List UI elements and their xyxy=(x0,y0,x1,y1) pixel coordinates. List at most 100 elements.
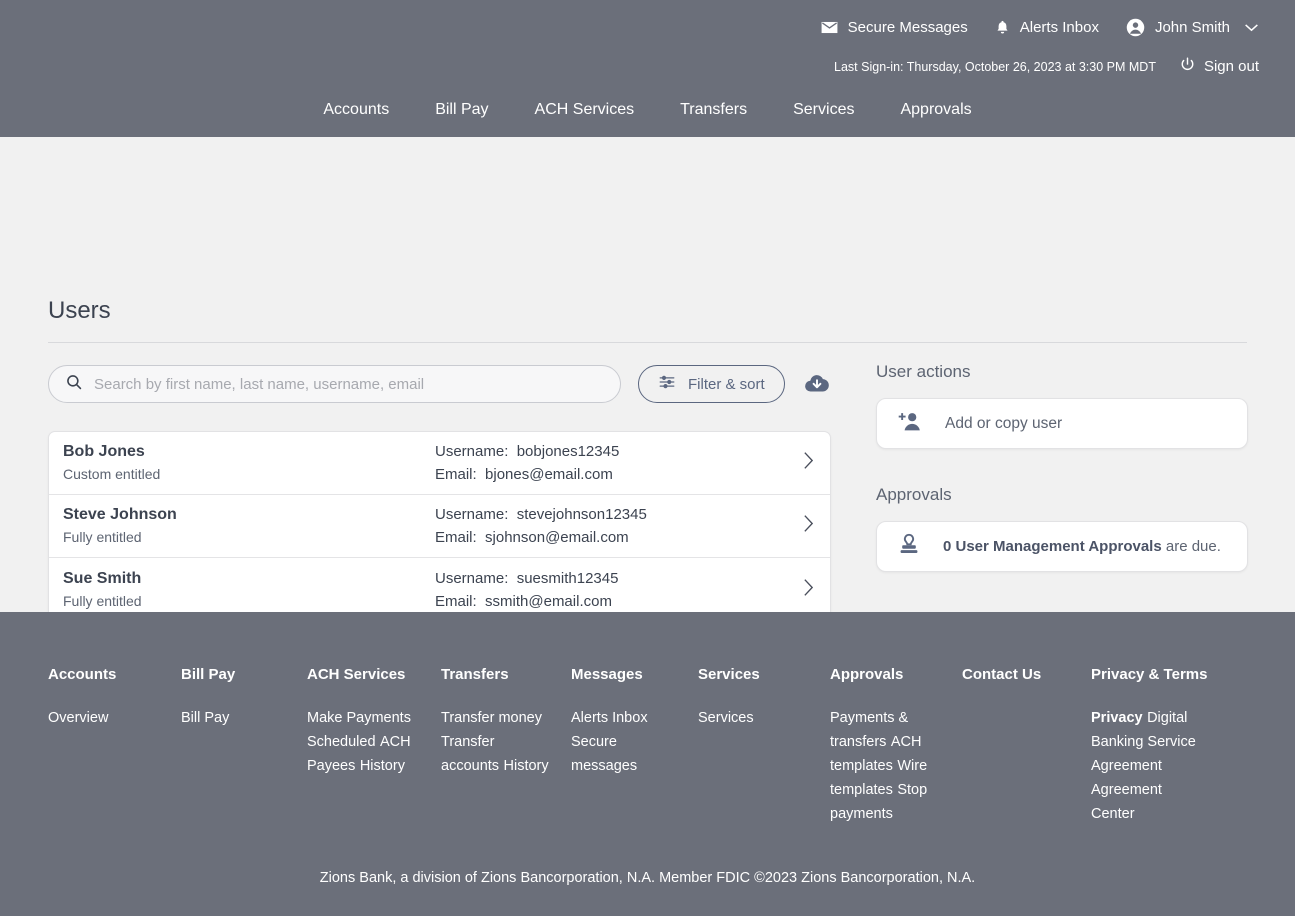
signin-row: Last Sign-in: Thursday, October 26, 2023… xyxy=(834,56,1259,77)
filter-and-sort-button[interactable]: Filter & sort xyxy=(638,365,785,403)
user-menu[interactable]: John Smith xyxy=(1125,17,1259,38)
approvals-status-text: 0 User Management Approvals are due. xyxy=(943,538,1221,555)
footer-columns: Accounts Overview Bill Pay Bill Pay ACH … xyxy=(48,666,1248,826)
email-value: bjones@email.com xyxy=(485,466,613,483)
footer-heading: Accounts xyxy=(48,666,117,683)
user-list: Bob Jones Custom entitled Username: bobj… xyxy=(48,431,831,622)
user-entitlement: Custom entitled xyxy=(63,466,161,482)
list-toolbar: Filter & sort xyxy=(48,365,832,403)
footer-col-ach-services: ACH Services Make Payments Scheduled ACH… xyxy=(307,666,441,826)
footer-col-messages: Messages Alerts Inbox Secure messages xyxy=(571,666,698,826)
power-icon xyxy=(1179,56,1196,77)
table-row[interactable]: Bob Jones Custom entitled Username: bobj… xyxy=(49,432,830,495)
table-row[interactable]: Steve Johnson Fully entitled Username: s… xyxy=(49,495,830,558)
search-box[interactable] xyxy=(48,365,621,403)
approvals-heading: Approvals xyxy=(876,485,952,504)
filter-sliders-icon xyxy=(658,373,676,395)
last-signin-text: Last Sign-in: Thursday, October 26, 2023… xyxy=(834,59,1156,74)
user-details: Username: stevejohnson12345 Email: sjohn… xyxy=(435,503,830,549)
nav-item-accounts[interactable]: Accounts xyxy=(300,97,412,123)
footer-col-accounts: Accounts Overview xyxy=(48,666,181,826)
site-header: Secure Messages Alerts Inbox John Smith xyxy=(0,0,1295,137)
footer-heading[interactable]: Contact Us xyxy=(962,666,1075,683)
nav-item-bill-pay[interactable]: Bill Pay xyxy=(412,97,511,123)
approvals-suffix: are due. xyxy=(1161,538,1221,555)
approvals-status-card[interactable]: 0 User Management Approvals are due. xyxy=(876,521,1248,572)
footer-col-bill-pay: Bill Pay Bill Pay xyxy=(181,666,307,826)
search-input[interactable] xyxy=(94,375,604,393)
footer-col-contact-us: Contact Us xyxy=(962,666,1091,826)
sign-out-button[interactable]: Sign out xyxy=(1179,56,1259,77)
email-value: ssmith@email.com xyxy=(485,592,612,610)
username-line: Username: stevejohnson12345 xyxy=(435,503,830,526)
side-panel: User actions Add or copy user Approvals xyxy=(876,362,1248,572)
footer-heading: Messages xyxy=(571,666,643,683)
alerts-inbox-label: Alerts Inbox xyxy=(1019,19,1099,36)
username-value: bobjones12345 xyxy=(516,443,620,460)
email-label: Email: xyxy=(435,466,477,483)
user-actions-heading: User actions xyxy=(876,362,971,381)
footer-col-approvals: Approvals Payments & transfers ACH templ… xyxy=(830,666,962,826)
utility-nav: Secure Messages Alerts Inbox John Smith xyxy=(820,17,1259,38)
main-navigation: Accounts Bill Pay ACH Services Transfers… xyxy=(0,97,1295,123)
alerts-inbox-link[interactable]: Alerts Inbox xyxy=(994,18,1099,37)
footer-link[interactable]: Bill Pay xyxy=(181,710,229,726)
footer-link[interactable]: Privacy xyxy=(1091,710,1143,726)
stamp-icon xyxy=(897,532,921,561)
email-line: Email: sjohnson@email.com xyxy=(435,526,830,549)
username-value: stevejohnson12345 xyxy=(516,506,647,523)
chevron-down-icon[interactable] xyxy=(1244,23,1259,32)
footer-link[interactable]: Services xyxy=(698,710,754,726)
nav-item-services[interactable]: Services xyxy=(770,97,877,123)
footer-link[interactable]: Overview xyxy=(48,710,108,726)
chevron-right-icon[interactable] xyxy=(803,451,814,475)
user-identity: Steve Johnson Fully entitled xyxy=(63,504,435,548)
footer-link[interactable]: Scheduled xyxy=(307,734,376,750)
footer-link[interactable]: Make Payments xyxy=(307,710,411,726)
footer-col-transfers: Transfers Transfer money Transfer accoun… xyxy=(441,666,571,826)
nav-item-transfers[interactable]: Transfers xyxy=(657,97,770,123)
user-entitlement: Fully entitled xyxy=(63,529,142,545)
footer-link[interactable]: Transfer accounts xyxy=(441,734,499,774)
nav-item-approvals[interactable]: Approvals xyxy=(877,97,994,123)
add-or-copy-user-label: Add or copy user xyxy=(945,414,1063,432)
main-content: Users Filter & sort xyxy=(0,137,1295,622)
user-details: Username: bobjones12345 Email: bjones@em… xyxy=(435,440,830,486)
sign-out-label: Sign out xyxy=(1203,58,1259,75)
username-label: Username: xyxy=(435,443,509,460)
username-line: Username: suesmith12345 xyxy=(435,567,830,590)
secure-messages-link[interactable]: Secure Messages xyxy=(820,18,968,37)
email-line: Email: bjones@email.com xyxy=(435,463,830,486)
footer-link[interactable]: Alerts Inbox xyxy=(571,710,648,726)
user-identity: Sue Smith Fully entitled xyxy=(63,568,435,612)
user-name: Bob Jones xyxy=(63,443,145,460)
footer-link[interactable]: History xyxy=(360,758,405,774)
footer-col-privacy-terms: Privacy & Terms Privacy Digital Banking … xyxy=(1091,666,1216,826)
chevron-right-icon[interactable] xyxy=(803,578,814,602)
user-entitlement: Fully entitled xyxy=(63,592,142,609)
footer-heading: Services xyxy=(698,666,760,683)
user-avatar-icon xyxy=(1125,17,1146,38)
footer-link[interactable]: Agreement Center xyxy=(1091,782,1162,822)
footer-link[interactable]: Transfer money xyxy=(441,710,542,726)
user-identity: Bob Jones Custom entitled xyxy=(63,441,435,485)
footer-heading: Bill Pay xyxy=(181,666,236,683)
footer-heading: Transfers xyxy=(441,666,509,683)
username-label: Username: xyxy=(435,569,509,587)
nav-item-ach-services[interactable]: ACH Services xyxy=(512,97,658,123)
username-label: Username: xyxy=(435,506,509,523)
footer-link[interactable]: History xyxy=(504,758,549,774)
user-name: Sue Smith xyxy=(63,569,142,587)
envelope-icon xyxy=(820,18,839,37)
email-value: sjohnson@email.com xyxy=(485,529,629,546)
footer-link[interactable]: Secure messages xyxy=(571,734,637,774)
add-or-copy-user-button[interactable]: Add or copy user xyxy=(876,398,1248,449)
footer-legal-text: Zions Bank, a division of Zions Bancorpo… xyxy=(319,870,976,886)
chevron-right-icon[interactable] xyxy=(803,514,814,538)
user-menu-label: John Smith xyxy=(1154,19,1230,36)
download-button[interactable] xyxy=(802,369,832,399)
username-line: Username: bobjones12345 xyxy=(435,440,830,463)
email-line: Email: ssmith@email.com xyxy=(435,590,830,613)
site-footer: Accounts Overview Bill Pay Bill Pay ACH … xyxy=(0,612,1295,916)
cloud-download-icon xyxy=(804,372,830,397)
